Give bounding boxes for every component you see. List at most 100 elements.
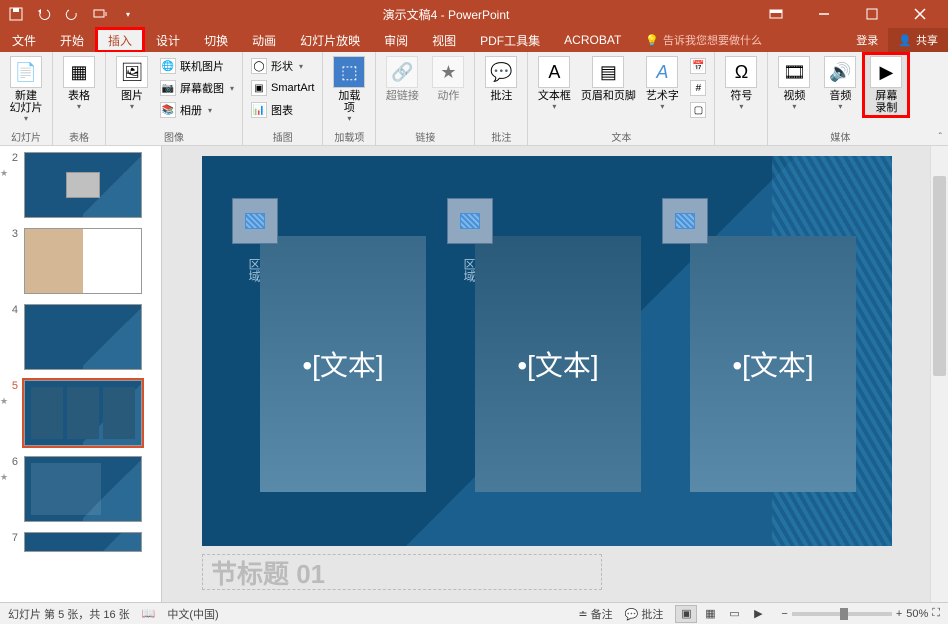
image-placeholder-icon xyxy=(245,213,265,229)
group-label-slides: 幻灯片 xyxy=(4,128,48,145)
slide-canvas-area[interactable]: 区域 •[文本] 区域 •[文本] •[文本] 节标题 01 xyxy=(162,146,948,602)
tell-me[interactable]: 💡告诉我您想要做什么 xyxy=(633,28,846,52)
comment-button[interactable]: 💬批注 xyxy=(479,54,523,104)
card-2[interactable]: 区域 •[文本] xyxy=(447,198,642,494)
tab-design[interactable]: 设计 xyxy=(144,28,192,52)
tab-view[interactable]: 视图 xyxy=(420,28,468,52)
close-icon[interactable] xyxy=(900,0,940,28)
addins-icon: ⬚ xyxy=(333,56,365,88)
hyperlink-button[interactable]: 🔗超链接 xyxy=(380,54,424,104)
tab-slideshow[interactable]: 幻灯片放映 xyxy=(288,28,372,52)
slide-counter: 幻灯片 第 5 张，共 16 张 xyxy=(8,606,130,622)
photo-album-icon: 📚 xyxy=(160,102,176,118)
thumbnail-4[interactable]: 4 xyxy=(0,302,161,372)
object-button[interactable]: ▢ xyxy=(688,100,708,120)
comments-button[interactable]: 💬 批注 xyxy=(625,606,664,622)
screen-recording-icon: ▶ xyxy=(870,56,902,88)
card-1-text-placeholder[interactable]: •[文本] xyxy=(260,236,426,492)
new-slide-button[interactable]: 📄新建幻灯片▾ xyxy=(4,54,48,125)
fit-to-window-button[interactable]: ⛶ xyxy=(932,607,940,620)
action-button[interactable]: ★动作 xyxy=(426,54,470,104)
card-3-small-placeholder[interactable] xyxy=(662,198,708,244)
online-pictures-icon: 🌐 xyxy=(160,58,176,74)
share-icon: 👤 xyxy=(898,34,912,47)
thumbnail-7[interactable]: 7 xyxy=(0,530,161,554)
card-1-small-placeholder[interactable] xyxy=(232,198,278,244)
language-indicator[interactable]: 中文(中国) xyxy=(167,606,218,622)
online-pictures-button[interactable]: 🌐联机图片 xyxy=(158,56,236,76)
symbols-button[interactable]: Ω符号▾ xyxy=(719,54,763,113)
slide-number-button[interactable]: # xyxy=(688,78,708,98)
slideshow-view-button[interactable]: ▶ xyxy=(747,605,769,623)
header-footer-button[interactable]: ▤页眉和页脚 xyxy=(578,54,638,104)
thumbnail-2[interactable]: ★2 xyxy=(0,150,161,220)
share-button[interactable]: 👤共享 xyxy=(888,28,948,52)
normal-view-button[interactable]: ▣ xyxy=(675,605,697,623)
start-from-beginning-icon[interactable] xyxy=(92,6,108,22)
maximize-icon[interactable] xyxy=(852,0,892,28)
undo-icon[interactable] xyxy=(36,6,52,22)
pictures-button[interactable]: 🖼图片▾ xyxy=(110,54,154,113)
login-button[interactable]: 登录 xyxy=(846,28,888,52)
addins-button[interactable]: ⬚加载项▾ xyxy=(327,54,371,125)
zoom-in-button[interactable]: + xyxy=(896,608,902,620)
group-label-text: 文本 xyxy=(532,128,710,145)
group-label-addins: 加载项 xyxy=(327,128,371,145)
redo-icon[interactable] xyxy=(64,6,80,22)
qat-customize-icon[interactable]: ▾ xyxy=(120,6,136,22)
minimize-icon[interactable] xyxy=(804,0,844,28)
video-button[interactable]: 🎞视频▾ xyxy=(772,54,816,113)
notes-button[interactable]: ≐ 备注 xyxy=(578,606,612,622)
zoom-slider[interactable] xyxy=(792,612,892,616)
card-3-text-placeholder[interactable]: •[文本] xyxy=(690,236,856,492)
date-time-icon: 📅 xyxy=(690,58,706,74)
zoom-out-button[interactable]: − xyxy=(781,608,787,620)
ribbon-display-icon[interactable] xyxy=(756,0,796,28)
zoom-level[interactable]: 50% xyxy=(906,608,928,620)
spellcheck-icon[interactable]: 📖 xyxy=(142,607,156,620)
audio-button[interactable]: 🔊音频▾ xyxy=(818,54,862,113)
wordart-button[interactable]: A艺术字▾ xyxy=(640,54,684,113)
tab-animations[interactable]: 动画 xyxy=(240,28,288,52)
section-title-placeholder[interactable]: 节标题 01 xyxy=(202,554,602,590)
save-icon[interactable] xyxy=(8,6,24,22)
slide[interactable]: 区域 •[文本] 区域 •[文本] •[文本] xyxy=(202,156,892,546)
reading-view-button[interactable]: ▭ xyxy=(723,605,745,623)
card-2-small-placeholder[interactable] xyxy=(447,198,493,244)
smartart-button[interactable]: ▣SmartArt xyxy=(249,78,316,98)
slide-number-icon: # xyxy=(690,80,706,96)
card-3[interactable]: •[文本] xyxy=(662,198,857,494)
card-1[interactable]: 区域 •[文本] xyxy=(232,198,427,494)
photo-album-button[interactable]: 📚相册▾ xyxy=(158,100,236,120)
slide-thumbnails-panel[interactable]: ★2 3 4 ★5 ★6 7 xyxy=(0,146,162,602)
tab-acrobat[interactable]: ACROBAT xyxy=(552,28,633,52)
thumbnail-3[interactable]: 3 xyxy=(0,226,161,296)
vertical-scrollbar[interactable] xyxy=(930,146,948,602)
tab-insert[interactable]: 插入 xyxy=(96,28,144,52)
status-bar: 幻灯片 第 5 张，共 16 张 📖 中文(中国) ≐ 备注 💬 批注 ▣ ▦ … xyxy=(0,602,948,624)
screenshot-button[interactable]: 📷屏幕截图▾ xyxy=(158,78,236,98)
screen-recording-button[interactable]: ▶屏幕录制 xyxy=(864,54,908,116)
image-placeholder-icon xyxy=(675,213,695,229)
chart-button[interactable]: 📊图表 xyxy=(249,100,316,120)
group-label-table: 表格 xyxy=(57,128,101,145)
hyperlink-icon: 🔗 xyxy=(386,56,418,88)
shapes-button[interactable]: ◯形状▾ xyxy=(249,56,316,76)
tab-file[interactable]: 文件 xyxy=(0,28,48,52)
collapse-ribbon-icon[interactable]: ˆ xyxy=(939,132,942,143)
tab-pdftools[interactable]: PDF工具集 xyxy=(468,28,552,52)
tab-transitions[interactable]: 切换 xyxy=(192,28,240,52)
thumbnail-5[interactable]: ★5 xyxy=(0,378,161,448)
table-button[interactable]: ▦表格▾ xyxy=(57,54,101,113)
image-placeholder-icon xyxy=(460,213,480,229)
sorter-view-button[interactable]: ▦ xyxy=(699,605,721,623)
group-label-symbols xyxy=(719,143,763,145)
action-icon: ★ xyxy=(432,56,464,88)
card-2-text-placeholder[interactable]: •[文本] xyxy=(475,236,641,492)
tab-review[interactable]: 审阅 xyxy=(372,28,420,52)
textbox-button[interactable]: A文本框▾ xyxy=(532,54,576,113)
date-time-button[interactable]: 📅 xyxy=(688,56,708,76)
thumbnail-6[interactable]: ★6 xyxy=(0,454,161,524)
tab-home[interactable]: 开始 xyxy=(48,28,96,52)
comment-icon: 💬 xyxy=(485,56,517,88)
